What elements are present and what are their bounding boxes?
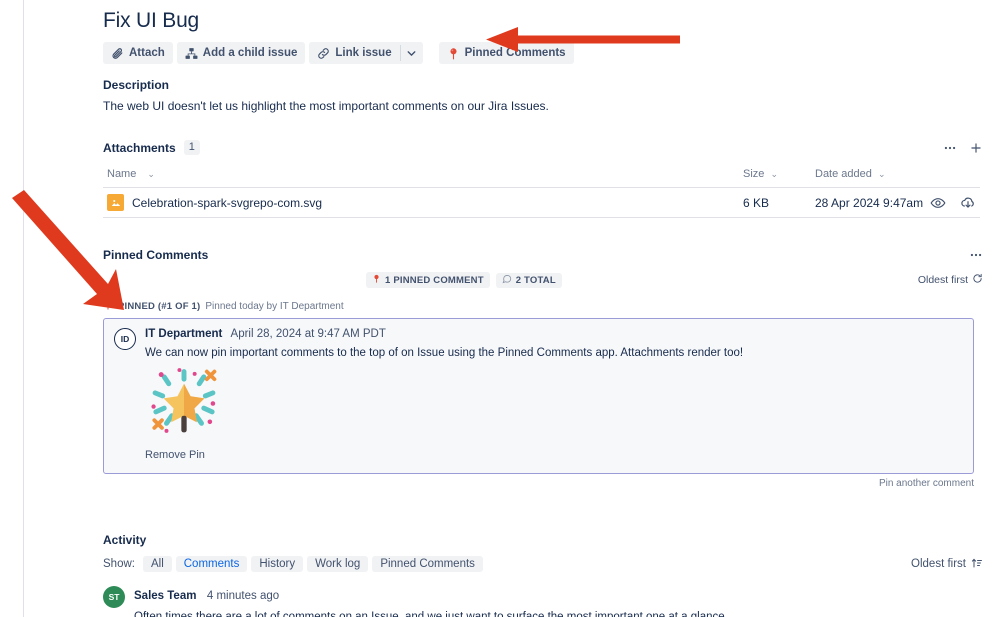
- attachment-name-cell: Celebration-spark-svgrepo-com.svg: [103, 194, 743, 211]
- link-issue-label: Link issue: [335, 47, 391, 59]
- download-cloud-icon[interactable]: [960, 195, 976, 211]
- preview-eye-icon[interactable]: [930, 195, 946, 211]
- column-header-date-label: Date added: [815, 168, 872, 180]
- tab-history[interactable]: History: [251, 556, 303, 572]
- pin-icon: [103, 299, 113, 314]
- issue-action-toolbar: Attach Add a child issue Link issue Pinn: [103, 42, 983, 64]
- activity-sort-control[interactable]: Oldest first: [911, 557, 983, 572]
- attachments-header-actions: [943, 141, 983, 155]
- attachments-table: Name ⌄ Size ⌄ Date added ⌄: [103, 161, 980, 218]
- pinned-banner-by: Pinned today by IT Department: [205, 301, 343, 312]
- table-row[interactable]: Celebration-spark-svgrepo-com.svg 6 KB 2…: [103, 188, 980, 218]
- attachments-heading: Attachments: [103, 141, 176, 155]
- status-badge-pinned-count: 1 PINNED COMMENT: [366, 272, 490, 288]
- image-file-icon: [107, 194, 124, 211]
- tab-comments[interactable]: Comments: [176, 556, 248, 572]
- pin-icon: [447, 47, 460, 60]
- pin-another-comment-link[interactable]: Pin another comment: [103, 478, 974, 489]
- pinned-comments-heading: Pinned Comments: [103, 248, 208, 262]
- issue-page: Fix UI Bug Attach Add a child issue Link…: [0, 0, 999, 617]
- pinned-comments-badges: 1 PINNED COMMENT 2 TOTAL: [366, 272, 562, 288]
- pinned-comment-text: We can now pin important comments to the…: [145, 345, 963, 361]
- attachments-more-icon[interactable]: [943, 141, 957, 155]
- column-header-name-label: Name: [107, 168, 136, 180]
- pinned-comments-sort-label: Oldest first: [918, 274, 968, 286]
- pin-icon: [372, 273, 381, 287]
- remove-pin-button[interactable]: Remove Pin: [145, 449, 205, 461]
- pinned-comment-body: IT Department April 28, 2024 at 9:47 AM …: [145, 328, 963, 463]
- total-count-label: 2 TOTAL: [516, 275, 556, 286]
- link-issue-button[interactable]: Link issue: [309, 42, 399, 64]
- column-header-name[interactable]: Name ⌄: [103, 168, 743, 180]
- activity-comment-body: Sales Team 4 minutes ago Often times the…: [134, 586, 728, 617]
- attachment-date: 28 Apr 2024 9:47am: [815, 196, 930, 210]
- activity-comment-author[interactable]: Sales Team: [134, 590, 196, 602]
- attachments-header: Attachments 1: [103, 140, 983, 155]
- pinned-comment-inner: ID IT Department April 28, 2024 at 9:47 …: [114, 328, 963, 463]
- activity-comment-time: 4 minutes ago: [207, 590, 279, 602]
- activity-section: Activity Show: All Comments History Work…: [103, 533, 983, 617]
- column-header-date[interactable]: Date added ⌄: [815, 168, 930, 180]
- pinned-count-label: 1 PINNED COMMENT: [385, 275, 484, 286]
- sort-caret-icon: ⌄: [770, 169, 778, 179]
- attachment-filename: Celebration-spark-svgrepo-com.svg: [132, 196, 322, 210]
- chevron-down-icon: [405, 47, 418, 60]
- column-header-size[interactable]: Size ⌄: [743, 168, 815, 180]
- tab-work-log[interactable]: Work log: [307, 556, 368, 572]
- tab-pinned-comments[interactable]: Pinned Comments: [372, 556, 483, 572]
- pinned-comment-author-line: IT Department April 28, 2024 at 9:47 AM …: [145, 328, 963, 340]
- activity-filter-bar: Show: All Comments History Work log Pinn…: [103, 556, 983, 572]
- pinned-comment-author[interactable]: IT Department: [145, 328, 222, 340]
- description-section: Description The web UI doesn't let us hi…: [103, 78, 983, 114]
- link-issue-split-button: Link issue: [309, 42, 422, 64]
- left-rail-divider: [0, 0, 24, 617]
- activity-comment-text: Often times there are a lot of comments …: [134, 609, 728, 617]
- comment-bubble-icon: [502, 274, 512, 287]
- pinned-comment-card: ID IT Department April 28, 2024 at 9:47 …: [103, 318, 974, 474]
- refresh-icon: [972, 273, 983, 287]
- sort-order-icon: [971, 557, 983, 572]
- pinned-comment-timestamp: April 28, 2024 at 9:47 AM PDT: [231, 328, 386, 340]
- avatar[interactable]: ST: [103, 586, 125, 608]
- link-issue-dropdown-button[interactable]: [401, 42, 423, 64]
- description-body: The web UI doesn't let us highlight the …: [103, 98, 983, 114]
- pinned-comments-sort-control[interactable]: Oldest first: [918, 273, 983, 287]
- link-icon: [317, 47, 330, 60]
- celebration-spark-image[interactable]: [145, 367, 223, 437]
- attach-button[interactable]: Attach: [103, 42, 173, 64]
- attachments-section: Attachments 1 Name ⌄ Size ⌄: [103, 140, 983, 218]
- pinned-comments-button[interactable]: Pinned Comments: [439, 42, 574, 64]
- add-child-issue-label: Add a child issue: [203, 47, 298, 59]
- activity-comment: ST Sales Team 4 minutes ago Often times …: [103, 586, 983, 617]
- add-child-issue-button[interactable]: Add a child issue: [177, 42, 306, 64]
- child-issue-icon: [185, 47, 198, 60]
- attach-label: Attach: [129, 47, 165, 59]
- pinned-banner-title: PINNED (#1 OF 1): [118, 301, 200, 312]
- page-title: Fix UI Bug: [103, 8, 983, 34]
- show-label: Show:: [103, 558, 135, 570]
- attachment-size: 6 KB: [743, 196, 815, 210]
- attachments-add-icon[interactable]: [969, 141, 983, 155]
- activity-heading: Activity: [103, 533, 983, 547]
- description-heading: Description: [103, 78, 983, 92]
- column-header-size-label: Size: [743, 168, 764, 180]
- sort-caret-icon: ⌄: [147, 169, 155, 180]
- activity-comment-header: Sales Team 4 minutes ago: [134, 586, 728, 604]
- pinned-comments-header: Pinned Comments: [103, 248, 983, 263]
- pinned-comments-meta-row: 1 PINNED COMMENT 2 TOTAL Oldest first: [103, 271, 983, 289]
- attachments-count: 1: [184, 140, 200, 155]
- pinned-comments-section: Pinned Comments 1 PINNED COMMENT 2 TOTAL…: [103, 248, 983, 489]
- tab-all[interactable]: All: [143, 556, 172, 572]
- status-badge-total-count: 2 TOTAL: [496, 273, 562, 288]
- avatar[interactable]: ID: [114, 328, 136, 350]
- pinned-comments-more-icon[interactable]: [969, 248, 983, 263]
- pinned-banner: PINNED (#1 OF 1) Pinned today by IT Depa…: [103, 299, 983, 314]
- sort-caret-icon: ⌄: [878, 169, 886, 179]
- attachment-row-actions: [930, 195, 980, 211]
- pinned-comments-label: Pinned Comments: [465, 47, 566, 59]
- paperclip-icon: [111, 47, 124, 60]
- attachments-table-header: Name ⌄ Size ⌄ Date added ⌄: [103, 161, 980, 188]
- activity-sort-label: Oldest first: [911, 558, 966, 570]
